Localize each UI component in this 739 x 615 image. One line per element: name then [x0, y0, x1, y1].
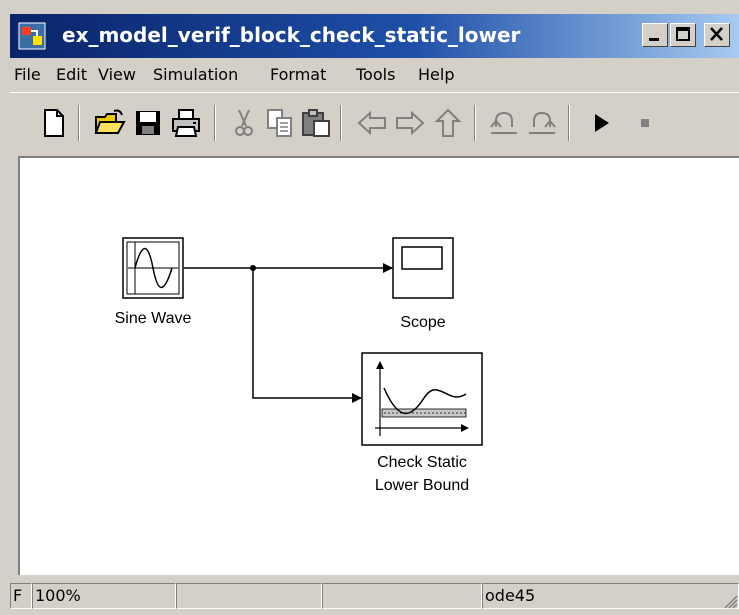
up-arrow-icon[interactable] [432, 107, 464, 139]
model-canvas[interactable]: Sine Wave Scope Check Static Lower Bound [18, 156, 739, 575]
menu-help[interactable]: Help [418, 64, 454, 86]
maximize-icon [676, 27, 690, 41]
menu-file[interactable]: File [14, 64, 41, 86]
simulink-model-icon [18, 22, 46, 50]
status-empty-cell [322, 583, 482, 609]
print-icon[interactable] [170, 107, 202, 139]
status-bar: F 100% ode45 [10, 575, 739, 615]
title-bar[interactable]: ex_model_verif_block_check_static_lower [10, 14, 739, 58]
menu-view[interactable]: View [98, 64, 136, 86]
toolbar-separator [474, 105, 476, 141]
start-simulation-icon[interactable] [586, 107, 618, 139]
close-button[interactable] [704, 23, 730, 47]
status-zoom: 100% [32, 583, 176, 609]
window-title: ex_model_verif_block_check_static_lower [62, 23, 521, 47]
status-empty-cell [176, 583, 322, 609]
undo-icon[interactable] [488, 107, 520, 139]
sine-wave-label: Sine Wave [115, 310, 192, 327]
toolbar-separator [78, 105, 80, 141]
open-folder-icon[interactable] [94, 107, 126, 139]
forward-arrow-icon[interactable] [394, 107, 426, 139]
menu-tools[interactable]: Tools [356, 64, 395, 86]
paste-icon[interactable] [300, 107, 332, 139]
copy-icon[interactable] [264, 107, 296, 139]
new-document-icon[interactable] [38, 107, 70, 139]
status-solver: ode45 [482, 583, 739, 609]
minimize-button[interactable] [642, 23, 668, 47]
menu-edit[interactable]: Edit [56, 64, 87, 86]
model-window: ex_model_verif_block_check_static_lower … [0, 0, 739, 615]
toolbar-separator [214, 105, 216, 141]
save-icon[interactable] [132, 107, 164, 139]
toolbar-separator [568, 105, 570, 141]
menu-format[interactable]: Format [270, 64, 326, 86]
check-static-label-line1: Check Static [377, 454, 467, 471]
signal-line-to-check-block[interactable] [252, 268, 362, 403]
resize-grip-icon[interactable] [722, 593, 738, 609]
cut-icon[interactable] [228, 107, 260, 139]
block-diagram: Sine Wave Scope Check Static Lower Bound [115, 237, 483, 494]
scope-label: Scope [400, 314, 445, 331]
minimize-icon [649, 38, 659, 41]
toolbar-separator [340, 105, 342, 141]
status-left-cell: F [10, 583, 32, 609]
sine-wave-block[interactable]: Sine Wave [115, 237, 192, 327]
menu-simulation[interactable]: Simulation [153, 64, 238, 86]
close-icon [710, 27, 723, 41]
check-static-label-line2: Lower Bound [375, 477, 469, 494]
check-static-lower-bound-block[interactable]: Check Static Lower Bound [361, 352, 483, 494]
menu-bar: File Edit View Simulation Format Tools H… [10, 58, 739, 92]
redo-icon[interactable] [526, 107, 558, 139]
toolbar [10, 92, 739, 155]
maximize-button[interactable] [670, 23, 696, 47]
stop-simulation-icon[interactable] [630, 107, 662, 139]
scope-block[interactable]: Scope [392, 237, 454, 331]
back-arrow-icon[interactable] [356, 107, 388, 139]
